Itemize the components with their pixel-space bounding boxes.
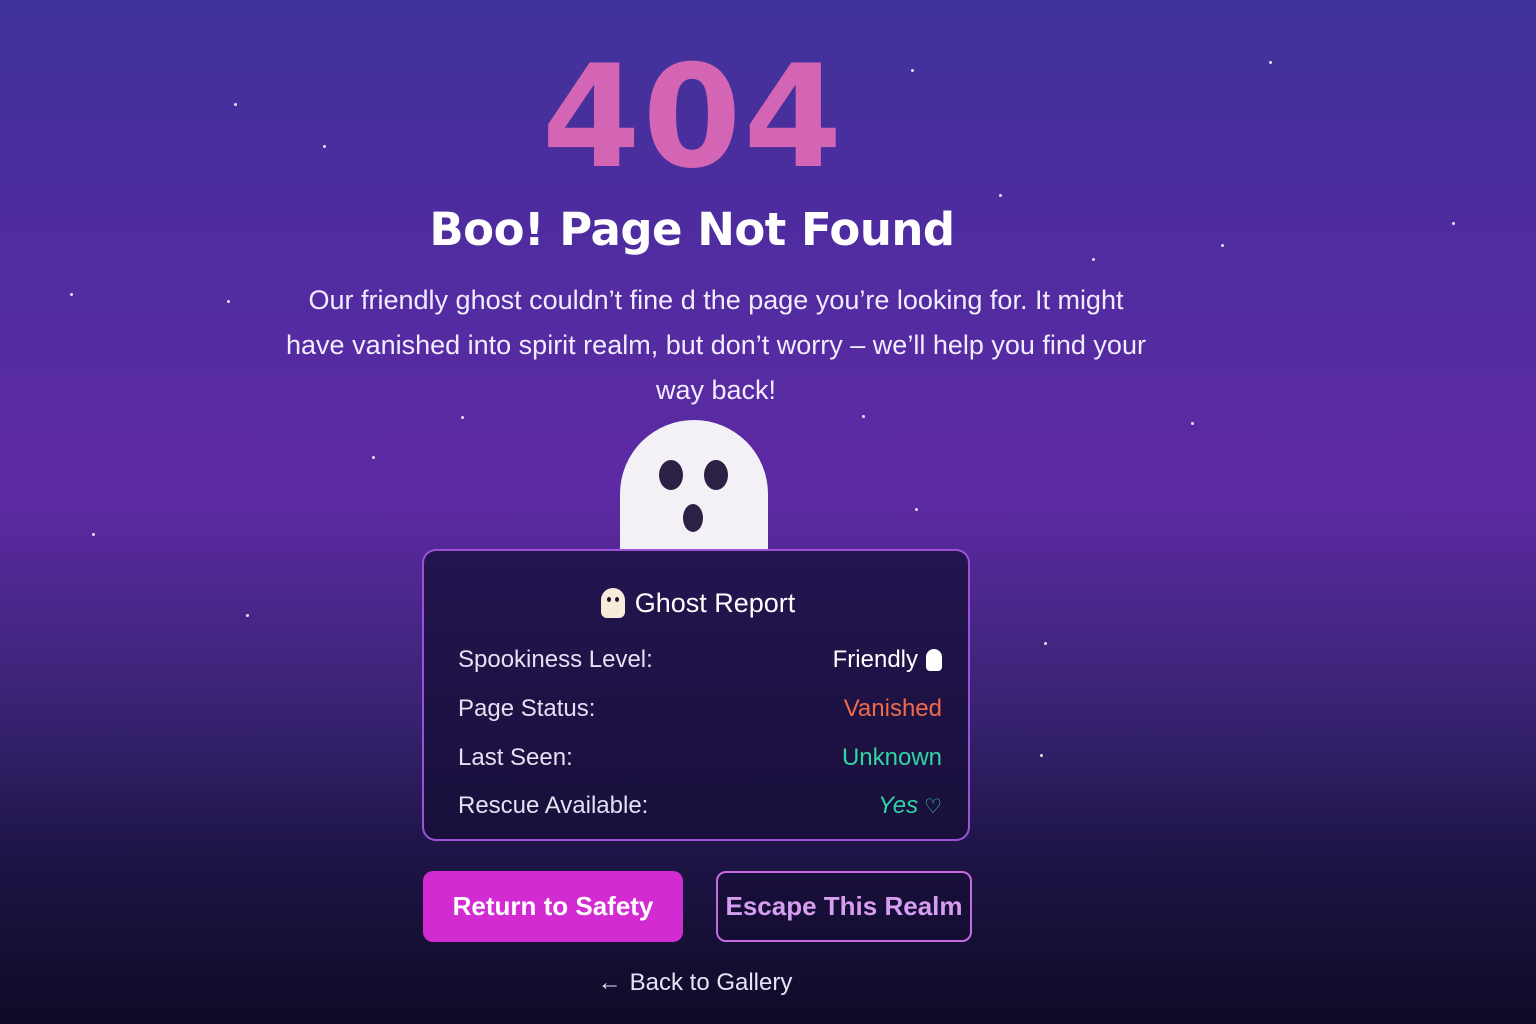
report-label: Page Status: bbox=[458, 695, 596, 722]
star bbox=[246, 614, 249, 617]
ghost-icon bbox=[926, 649, 942, 671]
error-code: 404 bbox=[541, 35, 845, 200]
star bbox=[227, 300, 230, 303]
ghost-right-eye bbox=[704, 460, 728, 490]
star bbox=[1092, 258, 1095, 261]
ghost-left-eye bbox=[659, 460, 683, 490]
back-to-gallery-link[interactable]: ← Back to Gallery bbox=[0, 966, 1390, 1000]
page-title: Boo! Page Not Found bbox=[429, 203, 955, 256]
star bbox=[372, 456, 375, 459]
ghost-mouth bbox=[683, 504, 703, 532]
report-row-spookiness: Spookiness Level: Friendly bbox=[458, 643, 942, 677]
star bbox=[70, 293, 73, 296]
error-description: Our friendly ghost couldn’t fine d the p… bbox=[286, 285, 1146, 405]
report-row-rescue: Rescue Available: Yes ♡ bbox=[458, 789, 942, 823]
report-label: Rescue Available: bbox=[458, 792, 649, 819]
report-row-page-status: Page Status: Vanished bbox=[458, 692, 942, 726]
last-seen-value: Unknown bbox=[841, 744, 942, 771]
star bbox=[1191, 422, 1194, 425]
star bbox=[1040, 754, 1043, 757]
report-row-last-seen: Last Seen: Unknown bbox=[458, 741, 942, 775]
report-label: Last Seen: bbox=[458, 744, 573, 771]
back-arrow-icon: ← bbox=[597, 969, 622, 996]
back-to-gallery-label: Back to Gallery bbox=[629, 969, 793, 996]
page-status-value: Vanished bbox=[843, 695, 942, 722]
star bbox=[1452, 222, 1455, 225]
ghost-illustration bbox=[620, 420, 768, 549]
star bbox=[862, 415, 865, 418]
report-value: Yes ♡ bbox=[878, 789, 942, 824]
ghost-report-heading: Ghost Report bbox=[424, 585, 972, 621]
heart-icon: ♡ bbox=[924, 796, 942, 818]
escape-realm-button[interactable]: Escape This Realm bbox=[716, 871, 972, 942]
rescue-value: Yes bbox=[878, 792, 919, 819]
star bbox=[92, 533, 95, 536]
return-to-safety-button[interactable]: Return to Safety bbox=[423, 871, 683, 942]
report-value: Friendly bbox=[833, 643, 942, 677]
star bbox=[915, 508, 918, 511]
ghost-report-title: Ghost Report bbox=[634, 588, 796, 618]
spookiness-value: Friendly bbox=[832, 646, 918, 673]
report-label: Spookiness Level: bbox=[458, 646, 653, 673]
star bbox=[1044, 642, 1047, 645]
ghost-report-card: Ghost Report Spookiness Level: Friendly … bbox=[422, 549, 970, 841]
ghost-icon bbox=[600, 588, 625, 618]
star bbox=[461, 416, 464, 419]
